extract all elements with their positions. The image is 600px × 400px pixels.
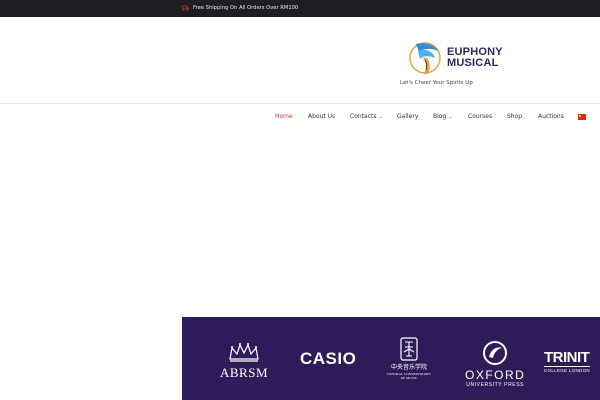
nav-contacts[interactable]: Contacts ⌄ xyxy=(350,111,383,123)
partner-trinity[interactable]: TRINIT COLLEGE LONDON xyxy=(544,350,590,373)
chevron-down-icon: ⌄ xyxy=(448,114,453,120)
site-logo[interactable]: EUPHONY MUSICAL xyxy=(408,36,503,79)
nav-gallery[interactable]: Gallery xyxy=(397,111,418,123)
nav-auctions[interactable]: Auctions xyxy=(538,111,564,123)
nav-blog-label: Blog xyxy=(433,113,447,120)
oxford-emblem-icon xyxy=(483,341,508,365)
nav-about-us-label: About Us xyxy=(308,113,336,120)
nav-about-us[interactable]: About Us xyxy=(308,111,335,123)
casio-label: CASIO xyxy=(300,349,357,368)
china-flag-icon[interactable] xyxy=(578,114,586,120)
ccm-english-label: CENTRAL CONSERVATORY OF MUSIC xyxy=(387,372,431,380)
nav-gallery-label: Gallery xyxy=(397,113,419,120)
header-divider xyxy=(0,103,600,104)
crown-icon xyxy=(229,343,259,362)
ccm-chinese-label: 中央音乐学院 xyxy=(390,364,427,371)
brand-line-2: MUSICAL xyxy=(447,56,499,69)
brand-tagline: Let's Cheer Your Spirits Up xyxy=(400,80,473,86)
partner-abrsm[interactable]: ABRSM xyxy=(220,342,268,381)
partners-banner: ABRSM CASIO 中央音乐学院 CENTRAL CONSERVATORY … xyxy=(182,317,600,400)
trinity-sub-label: COLLEGE LONDON xyxy=(544,366,590,373)
nav-courses-label: Courses xyxy=(468,113,493,120)
chevron-down-icon: ⌄ xyxy=(378,114,383,120)
brand-name: EUPHONY MUSICAL xyxy=(447,45,503,69)
ccm-english-line-2: OF MUSIC xyxy=(400,376,418,380)
oxford-label: OXFORD xyxy=(465,368,526,382)
nav-auctions-label: Auctions xyxy=(538,113,564,120)
oxford-sub-label: UNIVERSITY PRESS xyxy=(466,382,525,388)
nav-home-label: Home xyxy=(275,113,293,120)
shipping-icon xyxy=(182,5,189,11)
nav-courses[interactable]: Courses xyxy=(468,111,492,123)
brand-line-1: EUPHONY xyxy=(447,45,503,58)
abrsm-label: ABRSM xyxy=(220,365,269,380)
main-navigation: Home About Us Contacts ⌄ Gallery Blog ⌄ Co… xyxy=(0,111,600,123)
nav-blog[interactable]: Blog ⌄ xyxy=(433,111,452,123)
shipping-text: Free Shipping On All Orders Over RM100 xyxy=(193,5,299,11)
partner-central-conservatory[interactable]: 中央音乐学院 CENTRAL CONSERVATORY OF MUSIC xyxy=(387,337,431,380)
nav-shop[interactable]: Shop xyxy=(507,111,522,123)
nav-home[interactable]: Home xyxy=(275,111,293,123)
partner-oxford[interactable]: OXFORD UNIVERSITY PRESS xyxy=(465,340,525,388)
conservatory-seal-icon xyxy=(400,337,418,361)
nav-contacts-label: Contacts xyxy=(350,113,377,120)
nav-shop-label: Shop xyxy=(507,113,523,120)
top-bar: Free Shipping On All Orders Over RM100 xyxy=(0,0,600,17)
euphony-emblem-icon xyxy=(409,42,441,74)
trinity-label: TRINIT xyxy=(544,349,590,366)
shipping-notice: Free Shipping On All Orders Over RM100 xyxy=(182,4,298,12)
partner-casio[interactable]: CASIO xyxy=(300,349,356,369)
